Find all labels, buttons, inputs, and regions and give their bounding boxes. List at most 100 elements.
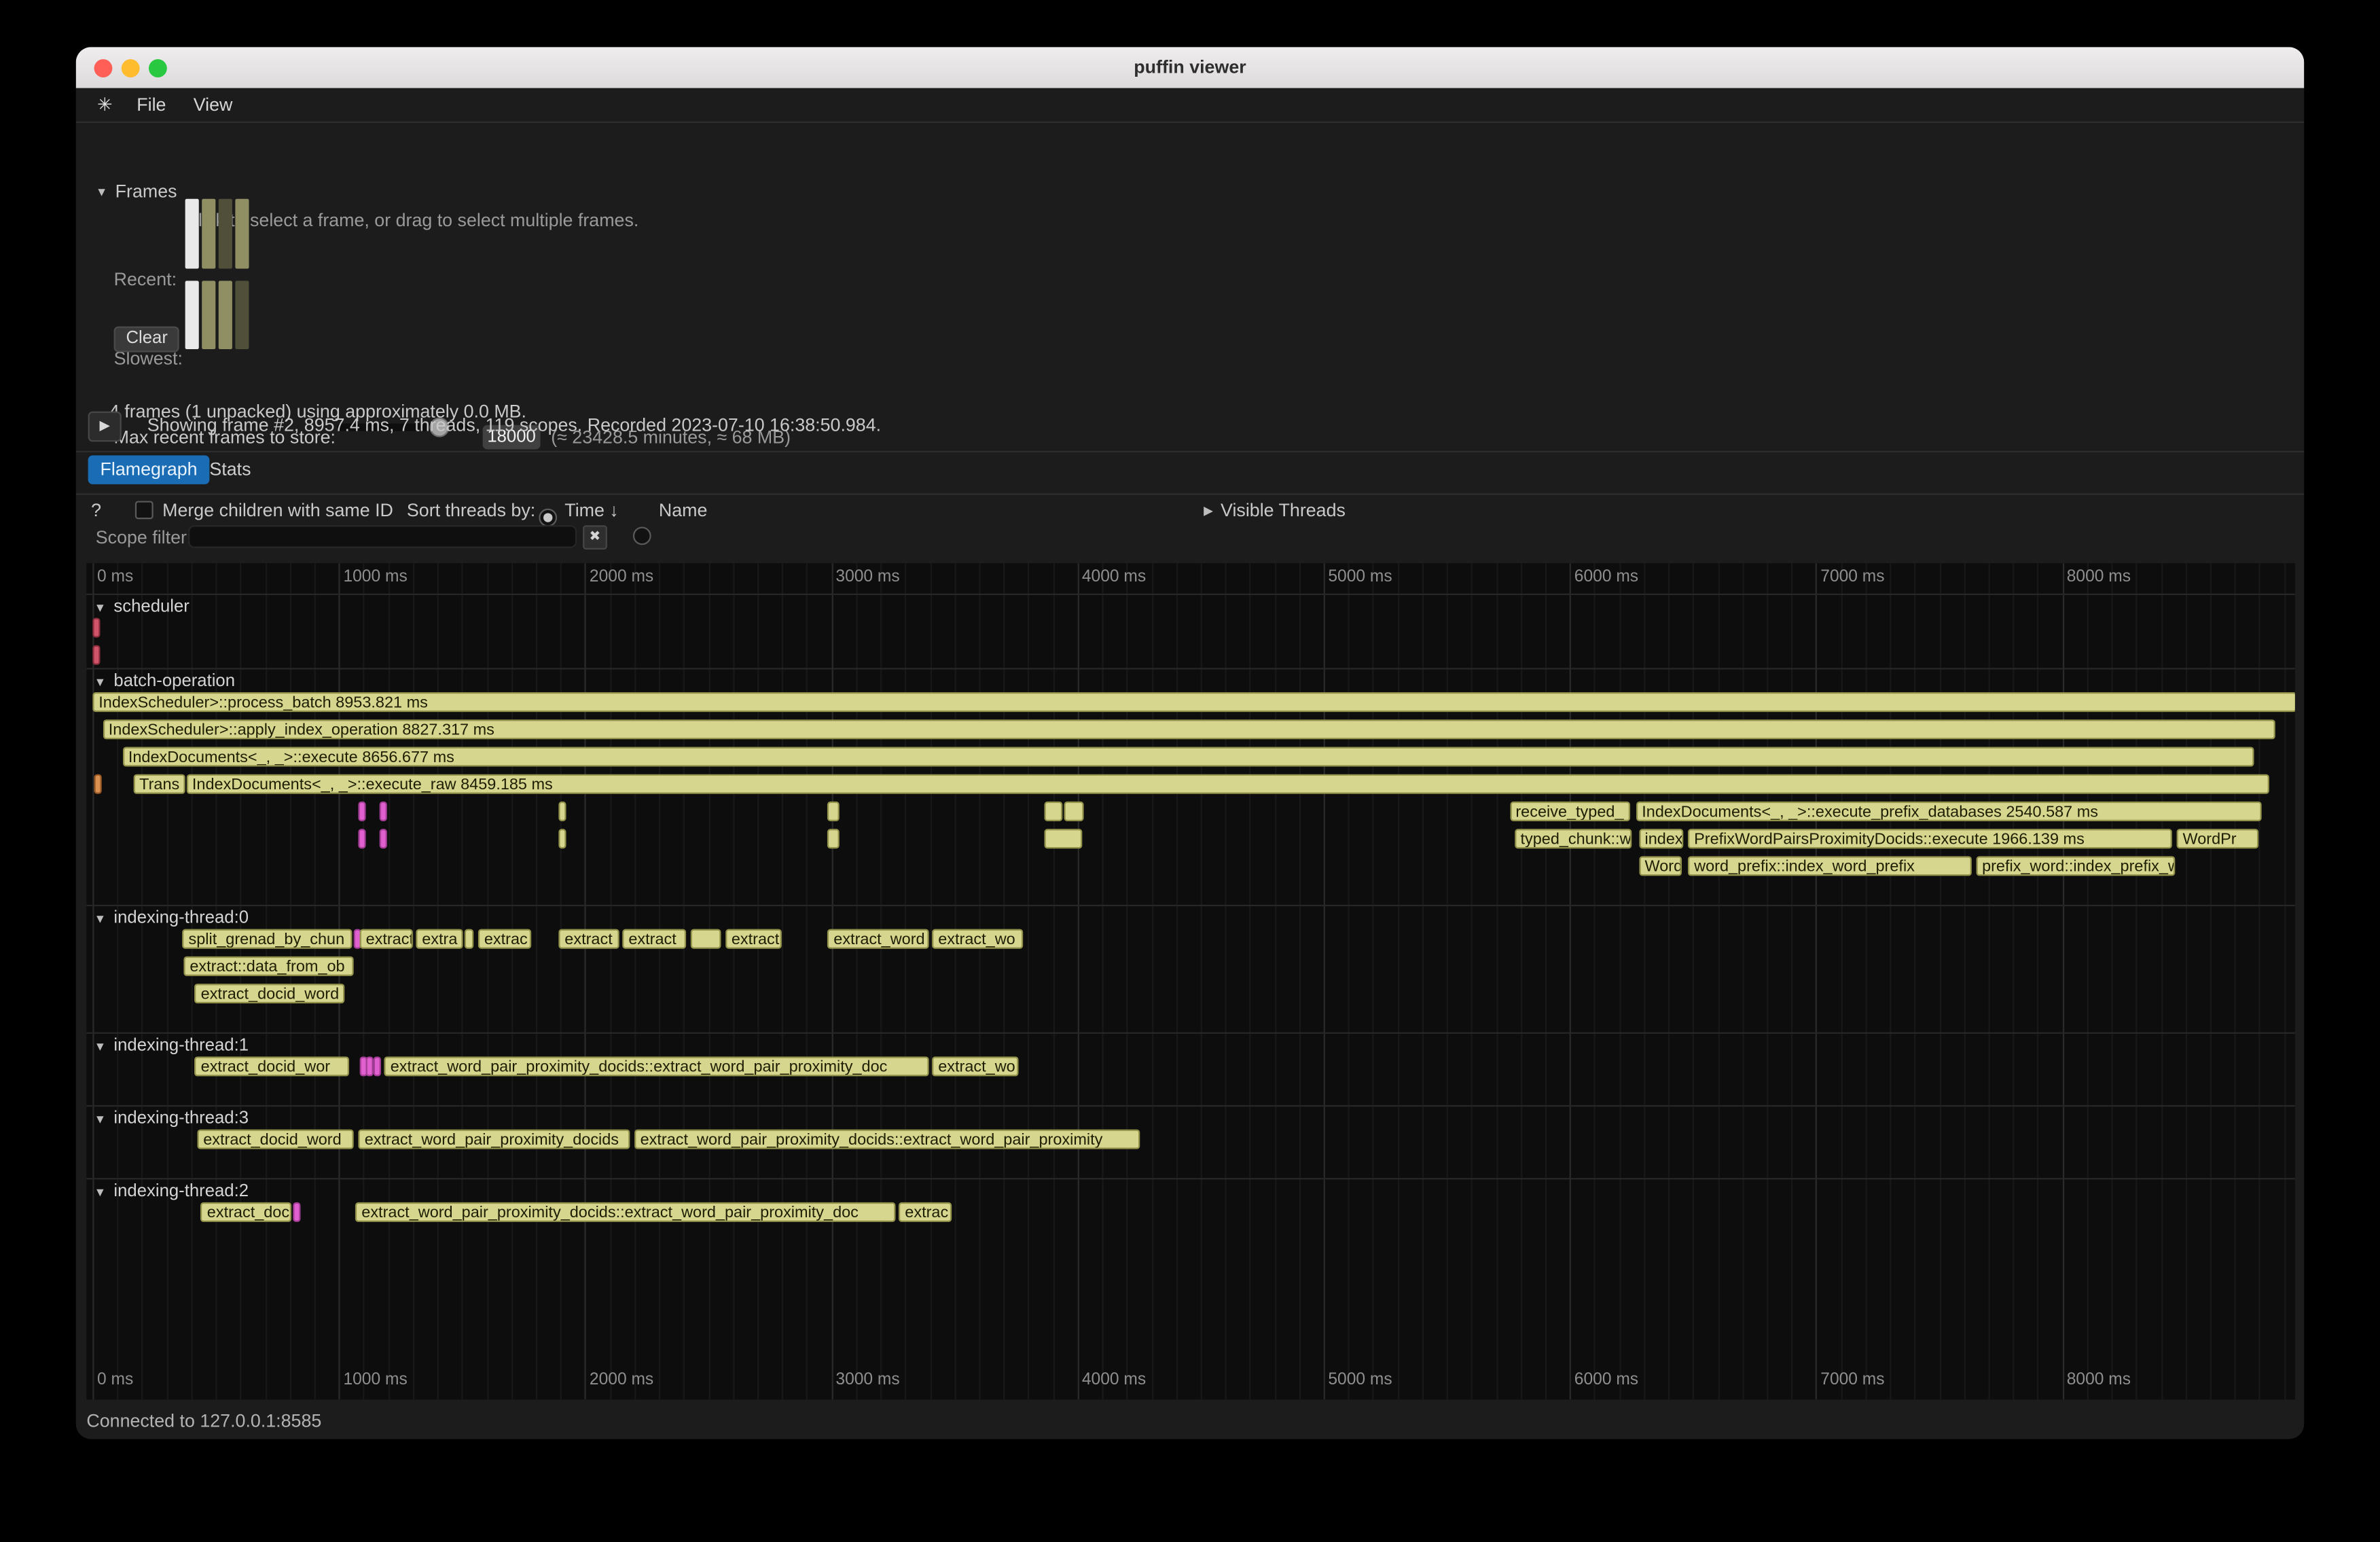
scope-span[interactable]: IndexScheduler>::process_batch 8953.821 … [92, 692, 2295, 712]
menu-view[interactable]: View [194, 94, 233, 115]
gridline [339, 563, 340, 1399]
thread-header-indexing-thread-2[interactable]: ▼indexing-thread:2 [94, 1181, 249, 1202]
clear-filter-button[interactable]: ✖ [583, 525, 607, 550]
thread-header-indexing-thread-0[interactable]: ▼indexing-thread:0 [94, 908, 249, 929]
scope-span[interactable]: prefix_word::index_prefix_wo [1976, 856, 2176, 876]
scope-span[interactable] [92, 645, 100, 665]
gridline [1127, 563, 1128, 1399]
scope-span[interactable] [359, 829, 366, 848]
scope-span[interactable]: extract [558, 929, 619, 949]
visible-threads-toggle[interactable]: ▶Visible Threads [1204, 499, 1346, 522]
sort-time-label[interactable]: Time ↓ [564, 499, 618, 520]
scope-span[interactable]: split_grenad_by_chun [183, 929, 353, 949]
scope-span[interactable] [558, 829, 566, 848]
scope-span[interactable]: extract [622, 929, 685, 949]
scope-span[interactable]: extract_docid_word [197, 1130, 353, 1149]
clear-button[interactable]: Clear [114, 326, 180, 352]
menu-file[interactable]: File [137, 94, 166, 115]
play-button[interactable]: ▶ [88, 412, 122, 442]
frame-thumbnail[interactable] [202, 199, 215, 269]
scope-span[interactable] [691, 929, 721, 949]
scope-span[interactable]: extract_word_pair_proximity_docids::extr… [384, 1056, 929, 1076]
scope-span[interactable] [94, 774, 102, 794]
slowest-frames-thumbnails[interactable] [185, 281, 249, 349]
frames-section-header[interactable]: ▼Frames [96, 181, 177, 204]
scope-span[interactable]: Trans [133, 774, 185, 794]
scope-span[interactable]: WordPr [2177, 829, 2258, 848]
gridline [462, 563, 463, 1399]
scope-span[interactable]: extract_wo [932, 929, 1022, 949]
frame-thumbnail[interactable] [185, 199, 199, 269]
scope-span[interactable] [1045, 829, 1081, 848]
scope-span[interactable] [359, 802, 366, 821]
scope-span[interactable]: extract [725, 929, 782, 949]
gridline [1890, 563, 1891, 1399]
sort-name-radio[interactable] [633, 526, 651, 545]
merge-checkbox[interactable] [135, 501, 154, 519]
tab-stats[interactable]: Stats [198, 455, 264, 484]
frame-thumbnail[interactable] [202, 281, 215, 349]
scope-span[interactable]: extract_docid_word [195, 984, 345, 1003]
thread-header-indexing-thread-3[interactable]: ▼indexing-thread:3 [94, 1108, 249, 1129]
scope-span[interactable] [1064, 802, 1083, 821]
thread-name: batch-operation [113, 673, 235, 691]
frame-thumbnail[interactable] [235, 281, 249, 349]
scope-span[interactable] [380, 802, 387, 821]
scope-span[interactable] [827, 802, 839, 821]
scope-span[interactable]: IndexScheduler>::apply_index_operation 8… [103, 719, 2276, 739]
scope-span[interactable]: receive_typed_ [1509, 802, 1630, 821]
frame-thumbnail[interactable] [219, 199, 232, 269]
titlebar[interactable]: puffin viewer [76, 47, 2305, 88]
scope-filter-input[interactable] [188, 525, 577, 548]
scope-span[interactable]: word_prefix::index_word_prefix [1688, 856, 1971, 876]
sort-time-radio[interactable] [539, 509, 557, 527]
scope-span[interactable]: typed_chunk::w [1515, 829, 1631, 848]
scope-span[interactable] [827, 829, 839, 848]
sort-name-label[interactable]: Name [659, 499, 708, 520]
scope-span[interactable]: IndexDocuments<_, _>::execute 8656.677 m… [122, 747, 2254, 766]
scope-span[interactable]: extract_word [827, 929, 928, 949]
scope-span[interactable]: IndexDocuments<_, _>::execute_raw 8459.1… [186, 774, 2269, 794]
scope-span[interactable]: extract_doc [201, 1202, 291, 1222]
scope-span[interactable] [92, 618, 100, 638]
scope-span[interactable] [558, 802, 566, 821]
flamegraph-canvas[interactable]: 0 ms0 ms1000 ms1000 ms2000 ms2000 ms3000… [86, 563, 2294, 1399]
time-tick-label: 4000 ms [1082, 568, 1146, 586]
frame-thumbnail[interactable] [219, 281, 232, 349]
scope-span[interactable]: extrac [899, 1202, 952, 1222]
scope-span[interactable]: extrac [478, 929, 531, 949]
scope-span[interactable] [293, 1202, 301, 1222]
frame-thumbnail[interactable] [185, 281, 199, 349]
scope-span[interactable] [373, 1056, 380, 1076]
scope-span[interactable]: extract_word_pair_proximity_docids::extr… [355, 1202, 895, 1222]
scope-span[interactable]: extract_docid_wor [195, 1056, 350, 1076]
scope-span[interactable]: extract_word_pair_proximity_docids::extr… [634, 1130, 1140, 1149]
scope-span[interactable]: PrefixWordPairsProximityDocids::execute … [1688, 829, 2172, 848]
scope-span[interactable] [465, 929, 473, 949]
help-button[interactable]: ? [91, 499, 101, 520]
scope-span[interactable]: extract [360, 929, 413, 949]
merge-label[interactable]: Merge children with same ID [162, 499, 393, 520]
thread-header-batch-operation[interactable]: ▼batch-operation [94, 671, 235, 692]
asterisk-icon[interactable]: ✳ [97, 94, 112, 115]
frame-thumbnail[interactable] [235, 199, 249, 269]
scope-span[interactable] [1045, 802, 1062, 821]
scope-span[interactable] [380, 829, 387, 848]
scope-span[interactable]: index [1639, 829, 1683, 848]
scope-span[interactable]: extra [416, 929, 463, 949]
gridline [1693, 563, 1694, 1399]
scope-span[interactable]: extract::data_from_ob [183, 956, 354, 976]
gridline [240, 563, 242, 1399]
gridline [1028, 563, 1030, 1399]
scope-span[interactable]: extract_word_pair_proximity_docids [359, 1130, 630, 1149]
scope-span[interactable]: Word [1639, 856, 1682, 876]
thread-header-indexing-thread-1[interactable]: ▼indexing-thread:1 [94, 1035, 249, 1056]
scope-span[interactable]: IndexDocuments<_, _>::execute_prefix_dat… [1636, 802, 2261, 821]
gridline [659, 563, 660, 1399]
scope-span[interactable]: extract_wo [932, 1056, 1019, 1076]
window-title: puffin viewer [76, 47, 2305, 88]
thread-header-scheduler[interactable]: ▼scheduler [94, 596, 190, 617]
tab-flamegraph[interactable]: Flamegraph [88, 455, 210, 484]
screen: puffin viewer ✳ File View ▼Frames Click … [0, 0, 2380, 1542]
recent-frames-thumbnails[interactable] [185, 199, 249, 269]
